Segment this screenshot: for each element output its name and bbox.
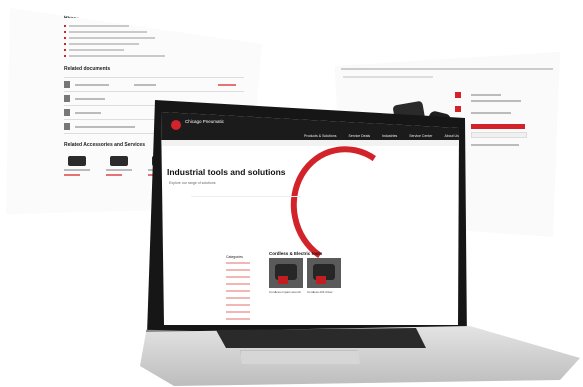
thumbnail[interactable] — [455, 92, 461, 98]
thumbnail[interactable] — [455, 106, 461, 112]
spec-line — [471, 144, 519, 146]
product-card[interactable] — [307, 258, 341, 288]
nav-item[interactable]: About Us — [444, 134, 458, 138]
marketing-composite: Benefits Related documents Related Acces… — [0, 0, 583, 387]
main-navigation: Products & Solutions Service Deals Indus… — [304, 134, 459, 138]
product-card[interactable] — [269, 258, 303, 288]
laptop-keyboard — [216, 328, 426, 348]
download-link[interactable] — [218, 83, 236, 86]
page-header-bar — [341, 68, 553, 70]
brand-logo-text[interactable]: Chicago Pneumatic — [185, 119, 224, 124]
accessory-link[interactable] — [64, 174, 80, 176]
document-icon — [64, 109, 70, 116]
document-icon — [64, 95, 70, 102]
sidebar-link[interactable] — [226, 262, 250, 264]
accessory-image — [110, 156, 128, 166]
category-sidebar — [226, 262, 250, 325]
battery-image — [278, 276, 288, 284]
document-row[interactable] — [64, 77, 244, 91]
nav-item[interactable]: Industries — [382, 134, 397, 138]
benefit-item — [64, 49, 244, 51]
sidebar-link[interactable] — [226, 304, 250, 306]
hero-subtitle: Explore our range of solutions — [169, 181, 216, 185]
benefits-heading: Benefits — [64, 14, 84, 20]
hero-title: Industrial tools and solutions — [167, 167, 286, 177]
benefit-item — [64, 25, 244, 27]
sidebar-link[interactable] — [226, 290, 250, 292]
spec-line — [471, 112, 511, 114]
add-to-quote-button[interactable] — [471, 124, 525, 129]
breadcrumb — [343, 76, 433, 78]
sidebar-link[interactable] — [226, 311, 250, 313]
product-name-line — [471, 94, 501, 96]
sidebar-link[interactable] — [226, 269, 250, 271]
nav-item[interactable]: Service Center — [409, 134, 432, 138]
sidebar-link[interactable] — [226, 283, 250, 285]
accessory-card[interactable] — [106, 156, 134, 176]
document-row[interactable] — [64, 91, 244, 105]
laptop-trackpad — [240, 350, 360, 364]
benefit-item — [64, 43, 244, 45]
accessory-image — [68, 156, 86, 166]
section-title: Cordless & Electric tools — [269, 251, 323, 256]
brand-logo-icon[interactable] — [171, 120, 181, 130]
accessory-link[interactable] — [106, 174, 122, 176]
benefit-item — [64, 55, 244, 57]
accessory-card[interactable] — [64, 156, 92, 176]
sidebar-title: Categories — [226, 255, 243, 259]
benefit-item — [64, 37, 244, 39]
document-icon — [64, 123, 70, 130]
nav-item[interactable]: Service Deals — [349, 134, 371, 138]
benefits-list — [64, 25, 244, 57]
sidebar-link[interactable] — [226, 318, 250, 320]
laptop-screen: Chicago Pneumatic Products & Solutions S… — [161, 112, 459, 325]
sidebar-link[interactable] — [226, 297, 250, 299]
battery-image — [316, 276, 326, 284]
document-icon — [64, 81, 70, 88]
benefit-item — [64, 31, 244, 33]
sidebar-link[interactable] — [226, 276, 250, 278]
secondary-button[interactable] — [471, 132, 527, 138]
product-label[interactable]: Cordless impact wrench — [269, 290, 301, 294]
hero-background — [191, 196, 301, 231]
sub-navigation — [161, 140, 459, 146]
related-documents-heading: Related documents — [64, 66, 111, 72]
nav-item[interactable]: Products & Solutions — [304, 134, 337, 138]
product-name-line — [471, 100, 521, 102]
product-label[interactable]: Cordless drill driver — [307, 290, 333, 294]
